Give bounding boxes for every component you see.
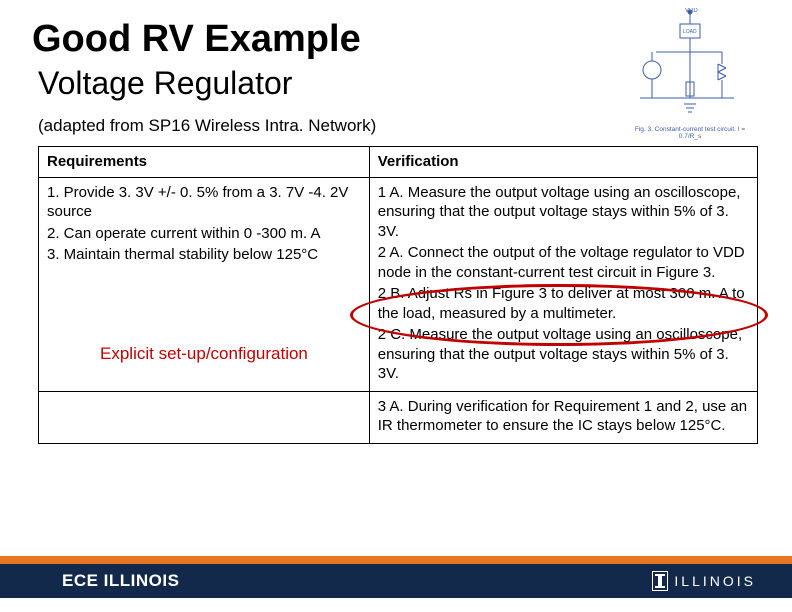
footer-left-text: ECE ILLINOIS xyxy=(62,571,179,591)
requirement-2: 2. Can operate current within 0 -300 m. … xyxy=(47,224,361,244)
verification-3a: 3 A. During verification for Requirement… xyxy=(378,397,749,436)
circuit-load-label: LOAD xyxy=(683,29,697,35)
footer-navy-bar: ECE ILLINOIS ILLINOIS xyxy=(0,564,792,598)
verification-cell-1: 1 A. Measure the output voltage using an… xyxy=(369,177,757,391)
requirement-3: 3. Maintain thermal stability below 125°… xyxy=(47,245,361,265)
verification-2b: 2 B. Adjust Rs in Figure 3 to deliver at… xyxy=(378,284,749,323)
table-row: 3 A. During verification for Requirement… xyxy=(39,391,758,443)
verification-2a: 2 A. Connect the output of the voltage r… xyxy=(378,243,749,282)
header-verification: Verification xyxy=(369,147,757,178)
footer-orange-bar xyxy=(0,556,792,564)
circuit-vdd-label: VDD xyxy=(685,8,698,14)
circuit-caption: Fig. 3. Constant-current test circuit. I… xyxy=(630,126,750,140)
verification-1a: 1 A. Measure the output voltage using an… xyxy=(378,183,749,242)
header-requirements: Requirements xyxy=(39,147,370,178)
block-i-icon xyxy=(652,571,668,591)
footer: ECE ILLINOIS ILLINOIS xyxy=(0,556,792,598)
requirement-1: 1. Provide 3. 3V +/- 0. 5% from a 3. 7V … xyxy=(47,183,361,222)
circuit-figure: VDD LOAD Fig. 3. Constant-current test c… xyxy=(630,8,750,148)
footer-right-text: ILLINOIS xyxy=(674,573,756,589)
footer-right-group: ILLINOIS xyxy=(652,571,756,591)
slide-content: Good RV Example Voltage Regulator (adapt… xyxy=(0,0,792,612)
verification-2c: 2 C. Measure the output voltage using an… xyxy=(378,325,749,384)
circuit-svg: VDD LOAD xyxy=(630,8,750,128)
requirements-cell-empty xyxy=(39,391,370,443)
rv-table: Requirements Verification 1. Provide 3. … xyxy=(38,146,758,444)
table-header-row: Requirements Verification xyxy=(39,147,758,178)
annotation-text: Explicit set-up/configuration xyxy=(100,344,308,364)
verification-cell-2: 3 A. During verification for Requirement… xyxy=(369,391,757,443)
